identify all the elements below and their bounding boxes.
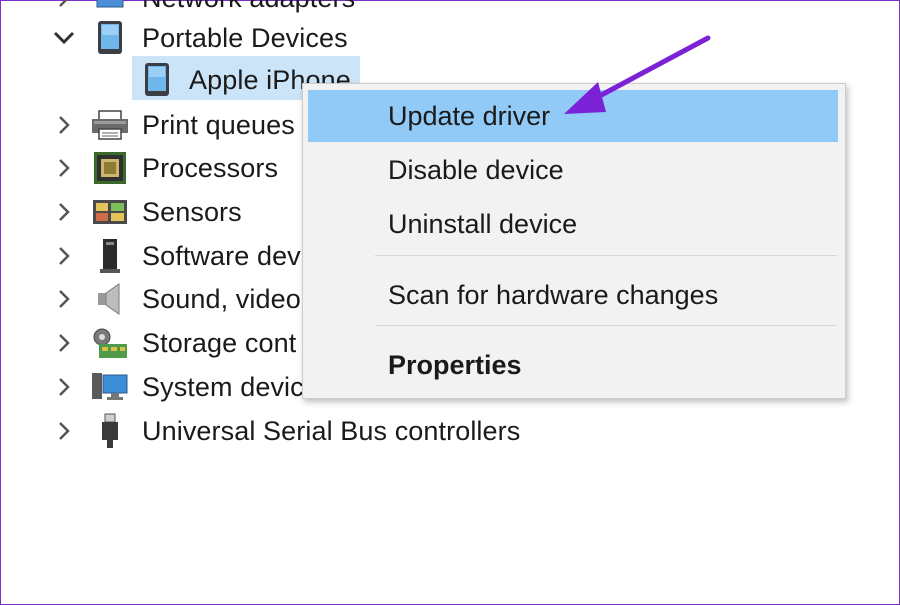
annotation-arrow-icon [564,35,711,114]
